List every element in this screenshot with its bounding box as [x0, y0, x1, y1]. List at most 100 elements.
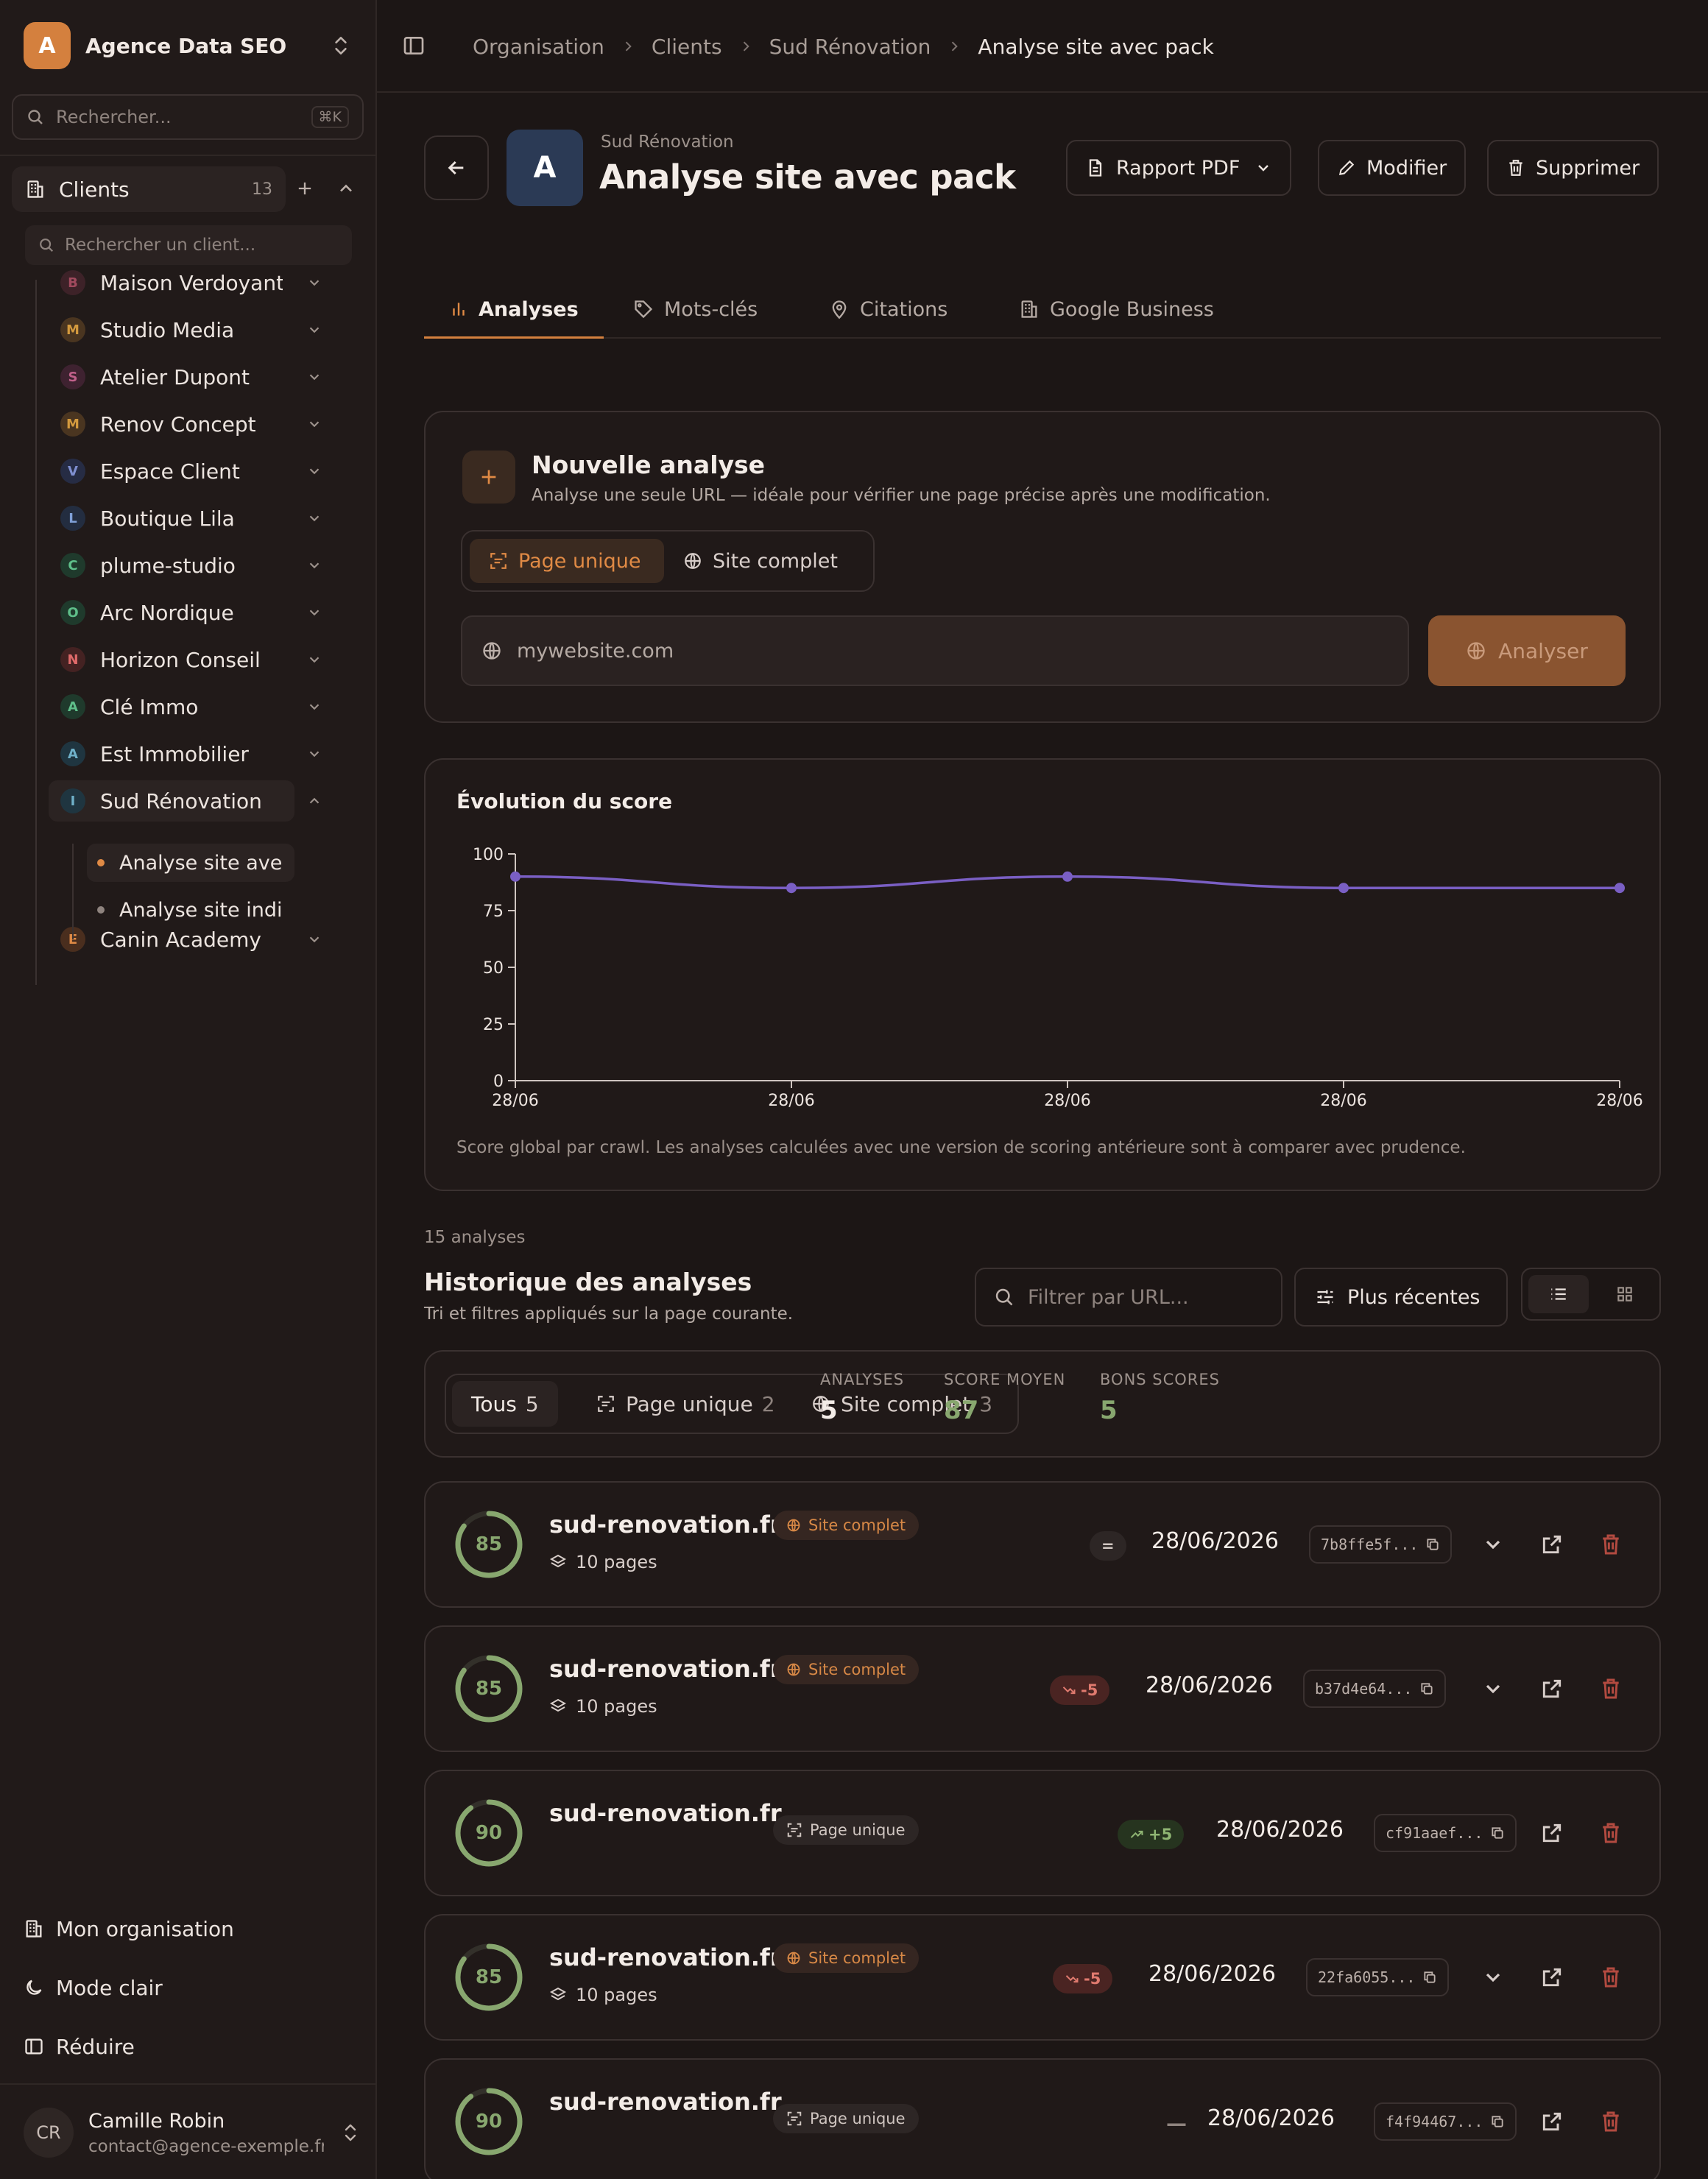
chevron-down-icon[interactable] — [306, 510, 322, 526]
grid-view-button[interactable] — [1595, 1275, 1655, 1313]
chevron-down-icon[interactable] — [306, 746, 322, 762]
tab-keywords[interactable]: Mots-clés — [633, 280, 758, 339]
sidebar-client-item[interactable]: V Espace Client — [49, 451, 320, 492]
crawl-id-chip[interactable]: cf91aaef... — [1374, 1814, 1517, 1852]
external-link-icon[interactable] — [1540, 1966, 1564, 1989]
chevrons-up-down-icon[interactable] — [342, 2122, 359, 2143]
sidebar-client-item[interactable]: M Renov Concept — [49, 403, 320, 445]
x-tick-label: 28/06 — [768, 1092, 814, 1110]
user-name: Camille Robin — [88, 2109, 225, 2133]
external-link-icon[interactable] — [1540, 1533, 1564, 1556]
trash-icon[interactable] — [1599, 1533, 1623, 1556]
client-name: Arc Nordique — [100, 600, 234, 625]
sidebar-analysis-item[interactable]: Analyse site individuelle — [87, 891, 294, 929]
sidebar-client-item[interactable]: N Horizon Conseil — [49, 639, 320, 680]
chevron-down-icon[interactable] — [306, 369, 322, 385]
chevron-down-icon[interactable] — [306, 322, 322, 338]
url-filter-input[interactable]: Filtrer par URL... — [975, 1268, 1282, 1327]
delete-button[interactable]: Supprimer — [1487, 140, 1659, 196]
tab-analyses[interactable]: Analyses — [449, 280, 579, 339]
list-view-button[interactable] — [1528, 1275, 1589, 1313]
tab-google-business[interactable]: Google Business — [1019, 280, 1214, 339]
pdf-report-button[interactable]: Rapport PDF — [1066, 140, 1292, 196]
user-menu[interactable]: CR Camille Robin contact@agence-exemple.… — [24, 2105, 359, 2160]
crawl-id-chip[interactable]: 7b8ffe5f... — [1309, 1525, 1453, 1564]
chevron-up-icon[interactable] — [306, 793, 322, 809]
crawl-id-chip[interactable]: 22fa6055... — [1306, 1958, 1450, 1996]
filter-single-page[interactable]: Page unique 2 — [577, 1381, 794, 1427]
external-link-icon[interactable] — [1540, 1677, 1564, 1701]
chevron-down-icon[interactable] — [1481, 1966, 1505, 1989]
sidebar-client-item[interactable]: A Est Immobilier — [49, 733, 320, 774]
mode-full-site[interactable]: Site complet — [683, 539, 838, 583]
external-link-icon[interactable] — [1540, 1821, 1564, 1845]
client-search-input[interactable]: Rechercher un client... — [25, 225, 352, 265]
trash-icon[interactable] — [1599, 1966, 1623, 1989]
sidebar-client-item[interactable]: O Arc Nordique — [49, 592, 320, 633]
nav-collapse[interactable]: Réduire — [24, 2030, 135, 2063]
mode-single-page[interactable]: Page unique — [470, 539, 664, 583]
analysis-row[interactable]: 85 sud-renovation.fr Site complet 10 pages -… — [424, 1914, 1661, 2041]
chevron-down-icon[interactable] — [306, 931, 322, 947]
chevron-down-icon[interactable] — [306, 699, 322, 715]
crawl-id-chip[interactable]: f4f94467... — [1374, 2102, 1517, 2141]
globe-icon — [1466, 640, 1486, 661]
chevron-down-icon[interactable] — [306, 604, 322, 621]
crawl-id-chip[interactable]: b37d4e64... — [1303, 1670, 1447, 1708]
chevron-up-icon[interactable] — [336, 178, 356, 199]
row-domain[interactable]: sud-renovation.fr — [549, 1655, 782, 1683]
nav-light-mode[interactable]: Mode clair — [24, 1971, 163, 2004]
sidebar-client-item[interactable]: S Atelier Dupont — [49, 356, 320, 398]
sidebar-client-item[interactable]: I Sud Rénovation — [49, 780, 320, 822]
chevron-down-icon[interactable] — [306, 416, 322, 432]
org-switcher[interactable]: A Agence Data SEO — [24, 22, 353, 69]
sidebar-client-item[interactable]: B Maison Verdoyante — [49, 262, 320, 303]
filter-all[interactable]: Tous 5 — [452, 1381, 558, 1427]
analysis-row[interactable]: 85 sud-renovation.fr Site complet 10 pages -… — [424, 1625, 1661, 1752]
breadcrumb-clients[interactable]: Clients — [652, 35, 722, 59]
row-domain[interactable]: sud-renovation.fr — [549, 2088, 782, 2116]
chevron-down-icon[interactable] — [306, 651, 322, 668]
row-domain[interactable]: sud-renovation.fr — [549, 1943, 782, 1971]
analysis-date: 28/06/2026 — [1148, 1961, 1276, 1987]
analysis-row[interactable]: 90 sud-renovation.fr Page unique +5 28/06/20… — [424, 1770, 1661, 1896]
row-domain[interactable]: sud-renovation.fr — [549, 1799, 782, 1827]
clients-section-header[interactable]: Clients 13 — [12, 166, 286, 212]
breadcrumb-client[interactable]: Sud Rénovation — [769, 35, 931, 59]
chevron-down-icon[interactable] — [306, 557, 322, 573]
edit-label: Modifier — [1366, 156, 1447, 180]
chevron-down-icon[interactable] — [1481, 1677, 1505, 1701]
trash-icon[interactable] — [1599, 1821, 1623, 1845]
sliders-icon — [1315, 1287, 1335, 1307]
external-link-icon[interactable] — [1540, 2110, 1564, 2133]
sidebar-client-item[interactable]: Cplume-studio — [49, 545, 320, 586]
sidebar-client-item[interactable]: A Clé Immo — [49, 686, 320, 727]
sidebar-search[interactable]: Rechercher... ⌘K — [12, 94, 364, 140]
nav-my-organization[interactable]: Mon organisation — [24, 1913, 234, 1945]
sidebar-toggle-icon[interactable] — [402, 34, 426, 57]
add-client-icon[interactable] — [294, 178, 315, 199]
client-avatar: B — [60, 270, 85, 295]
chevrons-up-down-icon[interactable] — [331, 35, 350, 57]
sidebar-analysis-item[interactable]: Analyse site avec pack — [87, 844, 294, 882]
edit-button[interactable]: Modifier — [1318, 140, 1467, 196]
analysis-row[interactable]: 85 sud-renovation.fr Site complet 10 pages =… — [424, 1481, 1661, 1608]
chevron-down-icon[interactable] — [306, 463, 322, 479]
trash-icon[interactable] — [1599, 1677, 1623, 1701]
row-domain[interactable]: sud-renovation.fr — [549, 1511, 782, 1539]
breadcrumb-organisation[interactable]: Organisation — [473, 35, 604, 59]
analyze-button[interactable]: Analyser — [1428, 615, 1626, 686]
chevron-down-icon[interactable] — [1481, 1533, 1505, 1556]
sort-button[interactable]: Plus récentes — [1294, 1268, 1508, 1327]
score-ring: 85 — [454, 1653, 524, 1724]
analysis-row[interactable]: 90 sud-renovation.fr Page unique — 28/06/202… — [424, 2058, 1661, 2179]
chevron-down-icon[interactable] — [306, 275, 322, 291]
back-button[interactable] — [424, 135, 489, 200]
tab-citations[interactable]: Citations — [829, 280, 947, 339]
url-input[interactable]: mywebsite.com — [461, 615, 1409, 686]
sidebar-client-item[interactable]: M Studio Media — [49, 309, 320, 350]
map-pin-icon — [829, 299, 850, 319]
trash-icon[interactable] — [1599, 2110, 1623, 2133]
copy-icon — [1490, 2114, 1505, 2129]
sidebar-client-item[interactable]: L Boutique Lila — [49, 498, 320, 539]
